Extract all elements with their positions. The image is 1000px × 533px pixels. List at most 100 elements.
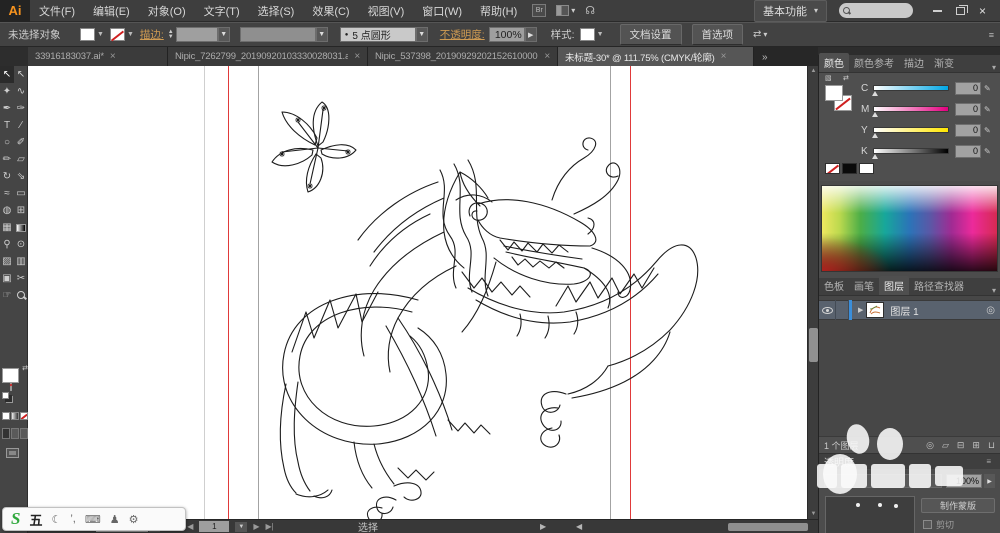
menu-item-效果[interactable]: 效果(C) [303, 3, 358, 19]
scale-tool[interactable]: ⇘ [14, 168, 28, 185]
keyboard-icon[interactable]: ⌨ [85, 513, 101, 526]
layer-row[interactable]: ▶ 图层 1 ◎ [819, 300, 1000, 320]
slider-track[interactable] [872, 148, 949, 159]
clip-checkbox[interactable] [923, 520, 932, 529]
locate-object-icon[interactable]: ◎ [926, 440, 934, 451]
paintbrush-tool[interactable]: ✐ [14, 134, 28, 151]
type-tool[interactable]: T [0, 117, 14, 134]
direct-selection-tool[interactable]: ↖ [14, 66, 28, 83]
vertical-scrollbar[interactable]: ▲ ▼ [807, 66, 818, 519]
channel-value-field[interactable]: 0 [955, 123, 981, 137]
search-input[interactable] [838, 3, 913, 18]
slider-track[interactable] [872, 85, 949, 96]
slider-thumb[interactable] [872, 91, 878, 96]
ellipse-tool[interactable]: ○ [0, 134, 14, 151]
punctuation-icon[interactable]: ’, [70, 513, 76, 525]
gradient-tool[interactable] [14, 219, 28, 236]
opacity-link[interactable]: 不透明度: [440, 27, 485, 42]
color-spectrum[interactable] [821, 185, 998, 272]
close-tab-icon[interactable]: × [110, 51, 116, 62]
stroke-weight-stepper[interactable]: ▲ ▼ [168, 29, 174, 40]
tab-颜色[interactable]: 颜色 [819, 53, 849, 72]
fill-proxy-swatch[interactable] [825, 85, 843, 101]
style-swatch[interactable] [579, 28, 595, 41]
fill-proxy-swatch[interactable] [2, 368, 19, 383]
tab-画笔[interactable]: 画笔 [849, 276, 879, 295]
chevron-down-icon[interactable]: ▾ [763, 30, 767, 39]
workspace-switcher[interactable]: 基本功能 ▾ [753, 0, 827, 22]
channel-value-field[interactable]: 0 [955, 102, 981, 116]
hand-tool[interactable]: ☞ [0, 287, 14, 304]
draw-inside-button[interactable] [20, 428, 28, 439]
white-swatch[interactable] [859, 163, 874, 174]
spinner-icon[interactable]: ✎ [984, 84, 991, 93]
stroke-weight-field[interactable] [175, 27, 218, 42]
document-tab[interactable]: 未标题-30* @ 111.75% (CMYK/轮廓) × [558, 47, 754, 66]
make-clipping-mask-icon[interactable]: ▱ [942, 440, 949, 451]
rotate-tool[interactable]: ↻ [0, 168, 14, 185]
none-swatch[interactable] [825, 163, 840, 174]
artboard-dropdown-icon[interactable]: ▼ [235, 521, 248, 532]
brush-definition-field[interactable]: ● 5 点圆形 [339, 27, 416, 42]
default-fill-stroke-icon[interactable] [2, 392, 9, 399]
tab-渐变[interactable]: 渐变 [929, 53, 959, 72]
color-mode-button[interactable] [2, 412, 10, 420]
artboard-number-field[interactable]: 1 [199, 521, 230, 532]
perspective-grid-tool[interactable]: ⊞ [14, 202, 28, 219]
chevron-down-icon[interactable]: ▼ [217, 27, 230, 42]
new-sublayer-icon[interactable]: ⊟ [957, 440, 965, 451]
lasso-tool[interactable]: ∿ [14, 83, 28, 100]
opacity-spinner-icon[interactable]: ▶ [984, 474, 995, 488]
lock-cell[interactable] [836, 300, 849, 320]
free-transform-tool[interactable]: ▭ [14, 185, 28, 202]
scroll-right-icon[interactable]: ▶ [540, 522, 546, 531]
input-method-bar[interactable]: S 五 ☾ ’, ⌨ ♟ ⚙ [2, 507, 186, 531]
close-tab-icon[interactable]: × [354, 51, 360, 62]
menu-item-文字[interactable]: 文字(T) [195, 3, 249, 19]
panel-menu-icon[interactable]: ≡ [986, 457, 991, 466]
zoom-tool[interactable] [14, 287, 28, 304]
document-tab[interactable]: 33916183037.ai* × [28, 47, 168, 66]
close-tab-icon[interactable]: × [544, 51, 550, 62]
moon-icon[interactable]: ☾ [51, 513, 61, 526]
cs-live-icon[interactable]: ☊ [585, 4, 595, 17]
blend-mode-dropdown[interactable] [824, 474, 942, 488]
delete-layer-icon[interactable]: ⊔ [988, 440, 995, 451]
screen-mode-button[interactable] [6, 448, 19, 458]
document-tab[interactable]: Nipic_537398_20190929202152610000.ai* × [368, 47, 558, 66]
slider-track[interactable] [872, 127, 949, 138]
width-tool[interactable]: ≈ [0, 185, 14, 202]
next-artboard-button[interactable]: ▶ [253, 522, 259, 531]
line-segment-tool[interactable]: ∕ [14, 117, 28, 134]
selection-tool[interactable]: ↖ [0, 66, 14, 83]
stroke-panel-link[interactable]: 描边: [140, 27, 164, 42]
black-swatch[interactable] [842, 163, 857, 174]
preferences-button[interactable]: 首选项 [691, 24, 744, 45]
tab-图层[interactable]: 图层 [879, 276, 909, 295]
eyedropper-tool[interactable]: ⚲ [0, 236, 14, 253]
tab-overflow-icon[interactable]: » [762, 52, 768, 66]
tab-色板[interactable]: 色板 [819, 276, 849, 295]
menu-item-文件[interactable]: 文件(F) [30, 3, 84, 19]
magic-wand-tool[interactable]: ✦ [0, 83, 14, 100]
slider-thumb[interactable] [872, 133, 878, 138]
arrange-documents-button[interactable]: ▾ [556, 5, 575, 16]
slider-track[interactable] [872, 106, 949, 117]
layer-thumbnail[interactable] [866, 302, 885, 318]
close-tab-icon[interactable]: × [721, 51, 727, 62]
fill-color-swatch[interactable] [80, 28, 95, 41]
transparency-opacity-field[interactable]: 100% [946, 474, 982, 488]
document-setup-button[interactable]: 文档设置 [619, 24, 682, 45]
pen-tool[interactable]: ✒ [0, 100, 14, 117]
menu-item-帮助[interactable]: 帮助(H) [471, 3, 526, 19]
stroke-profile-field[interactable] [239, 27, 316, 42]
close-button[interactable]: × [979, 5, 986, 17]
channel-value-field[interactable]: 0 [955, 81, 981, 95]
swap-fill-stroke-icon[interactable]: ⇄ [843, 74, 849, 82]
menu-item-窗口[interactable]: 窗口(W) [413, 3, 471, 19]
channel-value-field[interactable]: 0 [955, 144, 981, 158]
transparency-title[interactable]: 透明度 [824, 454, 854, 469]
menu-item-视图[interactable]: 视图(V) [359, 3, 414, 19]
sogou-logo[interactable]: S [11, 509, 20, 529]
wrench-icon[interactable]: ⚙ [129, 513, 139, 526]
